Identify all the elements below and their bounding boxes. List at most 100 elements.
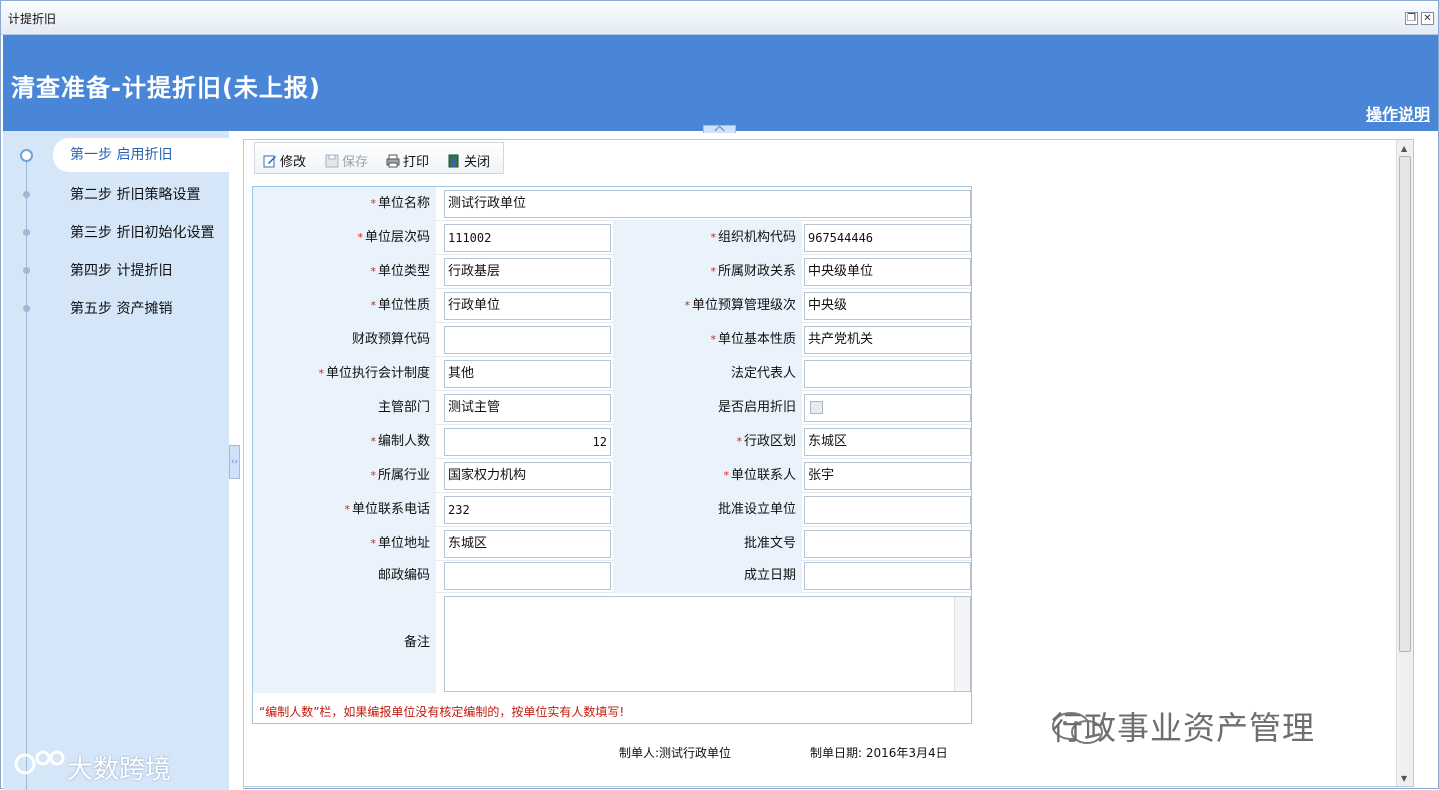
page-header: 清查准备-计提折旧(未上报) 操作说明: [3, 35, 1438, 131]
form-row: * 编制人数 12 * 行政区划 东城区: [253, 425, 971, 459]
form-row: * 单位性质 行政单位 * 单位预算管理级次 中央级: [253, 289, 971, 323]
form-row: * 单位地址 东城区 批准文号: [253, 527, 971, 561]
step-5[interactable]: 第五步 资产摊销: [53, 292, 229, 326]
form-row: * 单位类型 行政基层 * 所属财政关系 中央级单位: [253, 255, 971, 289]
print-label: 打印: [403, 155, 430, 170]
step-dot-icon: [23, 229, 30, 236]
form-row: * 所属行业 国家权力机构 * 单位联系人 张宇: [253, 459, 971, 493]
remark-label: 备注: [253, 593, 436, 693]
make-date-text: 制单日期: 2016年3月4日: [810, 746, 948, 760]
step-4[interactable]: 第四步 计提折旧: [53, 254, 229, 288]
enable-depreciation-checkbox[interactable]: [810, 401, 823, 414]
step-dot-icon: [23, 191, 30, 198]
unit-name-field[interactable]: 测试行政单位: [444, 190, 971, 218]
phone-field[interactable]: 232: [444, 496, 611, 524]
legal-rep-field[interactable]: [804, 360, 971, 388]
maker-text: 制单人:测试行政单位: [619, 746, 732, 760]
unit-type-label: * 单位类型: [253, 255, 436, 289]
help-link[interactable]: 操作说明: [1366, 101, 1430, 125]
budget-level-field[interactable]: 中央级: [804, 292, 971, 320]
remark-textarea[interactable]: [444, 596, 971, 692]
phone-label: * 单位联系电话: [253, 493, 436, 527]
budget-level-label: * 单位预算管理级次: [613, 289, 802, 323]
step-dot-icon: [23, 267, 30, 274]
close-icon[interactable]: ✕: [1421, 12, 1434, 25]
watermark-right: 行政事业资产管理: [1051, 709, 1316, 747]
step-1[interactable]: 第一步 启用折旧: [53, 138, 229, 172]
industry-field[interactable]: 国家权力机构: [444, 462, 611, 490]
form-row: 备注: [253, 593, 971, 693]
contact-field[interactable]: 张宇: [804, 462, 971, 490]
save-label: 保存: [342, 155, 369, 170]
close-label: 关闭: [464, 155, 491, 170]
sidebar-toggle-icon[interactable]: ‹›: [229, 445, 240, 479]
form-row: * 单位层次码 111002 * 组织机构代码 967544446: [253, 221, 971, 255]
basic-nature-label: * 单位基本性质: [613, 323, 802, 357]
form-row: 主管部门 测试主管 是否启用折旧: [253, 391, 971, 425]
scroll-up-icon[interactable]: ▲: [1401, 144, 1407, 153]
staff-count-label: * 编制人数: [253, 425, 436, 459]
step-3[interactable]: 第三步 折旧初始化设置: [53, 216, 229, 250]
restore-icon[interactable]: ❐: [1405, 12, 1418, 25]
basic-nature-field[interactable]: 共产党机关: [804, 326, 971, 354]
print-button[interactable]: 打印: [386, 151, 429, 170]
scroll-down-icon[interactable]: ▼: [1401, 774, 1407, 783]
unit-info-form: * 单位名称 测试行政单位 * 单位层次码 111002 * 组织机构代码 96754…: [252, 186, 972, 724]
address-field[interactable]: 东城区: [444, 530, 611, 558]
postcode-label: 邮政编码: [253, 559, 436, 593]
supervisor-field[interactable]: 测试主管: [444, 394, 611, 422]
approve-doc-field[interactable]: [804, 530, 971, 558]
accounting-system-label: * 单位执行会计制度: [253, 357, 436, 391]
collapse-header-handle[interactable]: [703, 125, 736, 133]
unit-type-field[interactable]: 行政基层: [444, 258, 611, 286]
close-button[interactable]: 关闭: [447, 151, 490, 170]
edit-button[interactable]: 修改: [263, 151, 306, 170]
accounting-system-field[interactable]: 其他: [444, 360, 611, 388]
main-content: 修改 保存 打印 关闭 * 单位名称 测试行政单位 * 单位层次码 111002 *…: [243, 139, 1414, 787]
step-timeline: [26, 157, 27, 790]
supervisor-label: 主管部门: [253, 391, 436, 425]
fiscal-relation-field[interactable]: 中央级单位: [804, 258, 971, 286]
print-icon: [386, 154, 400, 168]
door-icon: [448, 154, 459, 168]
app-window: 计提折旧 ❐ ✕ 清查准备-计提折旧(未上报) 操作说明 第一步 启用折旧 第二…: [0, 0, 1439, 790]
form-row: * 单位执行会计制度 其他 法定代表人: [253, 357, 971, 391]
form-row: 财政预算代码 * 单位基本性质 共产党机关: [253, 323, 971, 357]
scroll-thumb[interactable]: [1399, 156, 1411, 652]
page-title: 清查准备-计提折旧(未上报): [11, 74, 321, 102]
staff-count-field[interactable]: 12: [444, 428, 611, 456]
watermark-left: 大数跨境: [67, 755, 172, 785]
form-row: * 单位联系电话 232 批准设立单位: [253, 493, 971, 527]
unit-nature-field[interactable]: 行政单位: [444, 292, 611, 320]
edit-icon: [263, 155, 276, 168]
approve-doc-label: 批准文号: [613, 527, 802, 561]
fiscal-budget-code-field[interactable]: [444, 326, 611, 354]
step-2[interactable]: 第二步 折旧策略设置: [53, 178, 229, 212]
district-field[interactable]: 东城区: [804, 428, 971, 456]
contact-label: * 单位联系人: [613, 459, 802, 493]
found-date-label: 成立日期: [613, 559, 802, 593]
legal-rep-label: 法定代表人: [613, 357, 802, 391]
staff-count-hint: “编制人数”栏，如果编报单位没有核定编制的，按单位实有人数填写!: [259, 705, 625, 719]
unit-level-code-field[interactable]: 111002: [444, 224, 611, 252]
brand-logo-icon: [14, 750, 65, 775]
found-date-field[interactable]: [804, 562, 971, 590]
unit-level-code-label: * 单位层次码: [253, 221, 436, 255]
org-code-label: * 组织机构代码: [613, 221, 802, 255]
fiscal-relation-label: * 所属财政关系: [613, 255, 802, 289]
org-code-field[interactable]: 967544446: [804, 224, 971, 252]
current-step-icon: [20, 149, 33, 162]
enable-depreciation-label: 是否启用折旧: [613, 391, 802, 425]
window-title: 计提折旧: [8, 12, 57, 26]
step-sidebar: 第一步 启用折旧 第二步 折旧策略设置 第三步 折旧初始化设置 第四步 计提折旧…: [3, 131, 229, 790]
sidebar-splitter: ‹›: [229, 131, 243, 790]
save-button[interactable]: 保存: [325, 151, 368, 170]
vertical-scrollbar[interactable]: ▲ ▼: [1396, 140, 1413, 786]
approve-unit-field[interactable]: [804, 496, 971, 524]
window-titlebar: 计提折旧 ❐ ✕: [1, 1, 1438, 35]
remark-scrollbar[interactable]: [954, 597, 970, 691]
postcode-field[interactable]: [444, 562, 611, 590]
address-label: * 单位地址: [253, 527, 436, 561]
unit-nature-label: * 单位性质: [253, 289, 436, 323]
edit-label: 修改: [280, 155, 307, 170]
